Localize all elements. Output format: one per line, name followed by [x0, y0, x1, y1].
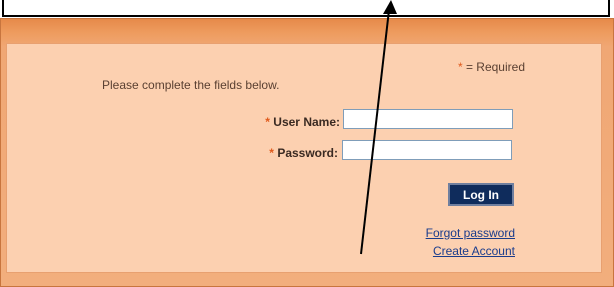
- arrow-shaft: [360, 9, 390, 255]
- arrow-head: [383, 0, 397, 14]
- arrow-pointer-icon: [360, 0, 397, 255]
